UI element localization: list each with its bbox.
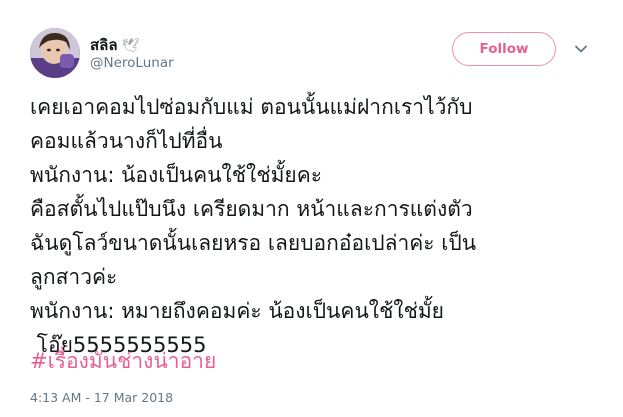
follow-button-label: Follow — [479, 41, 529, 57]
tweet-card: สลิล 🕊 @NeroLunar Follow เคยเอาคอมไปซ่อมก… — [0, 0, 623, 417]
tweet-text-line: ฉันดูโลว์ขนาดนั้นเลยหรอ เลยบอกอ๋อเปล่าค่… — [30, 231, 477, 255]
hashtag-link[interactable]: #เรื่องมันช่างน่าอาย — [30, 344, 216, 378]
username[interactable]: @NeroLunar — [90, 55, 174, 71]
timestamp[interactable]: 4:13 AM - 17 Mar 2018 — [30, 390, 173, 405]
tweet-text: เคยเอาคอมไปซ่อมกับแม่ ตอนนั้นแม่ฝากเราไว… — [30, 90, 605, 362]
tweet-text-line: พนักงาน: หมายถึงคอมค่ะ น้องเป็นคนใช้ใช่ม… — [30, 299, 444, 323]
chevron-down-icon[interactable] — [574, 42, 588, 56]
display-name-text: สลิล — [90, 36, 118, 54]
dove-icon: 🕊 — [121, 38, 140, 54]
tweet-text-line: พนักงาน: น้องเป็นคนใช้ใช่มั้ยคะ — [30, 163, 323, 187]
tweet-text-line: เคยเอาคอมไปซ่อมกับแม่ ตอนนั้นแม่ฝากเราไว… — [30, 95, 473, 119]
tweet-text-line: ลูกสาวค่ะ — [30, 265, 118, 289]
follow-button[interactable]: Follow — [452, 32, 556, 66]
tweet-text-line: คอมแล้วนางก็ไปที่อื่น — [30, 129, 223, 153]
tweet-text-line: คือสตั้นไปแป๊บนึง เครียดมาก หน้าและการแต… — [30, 197, 473, 221]
display-name[interactable]: สลิล 🕊 — [90, 33, 139, 57]
avatar[interactable] — [30, 28, 80, 78]
avatar-image — [30, 28, 80, 78]
